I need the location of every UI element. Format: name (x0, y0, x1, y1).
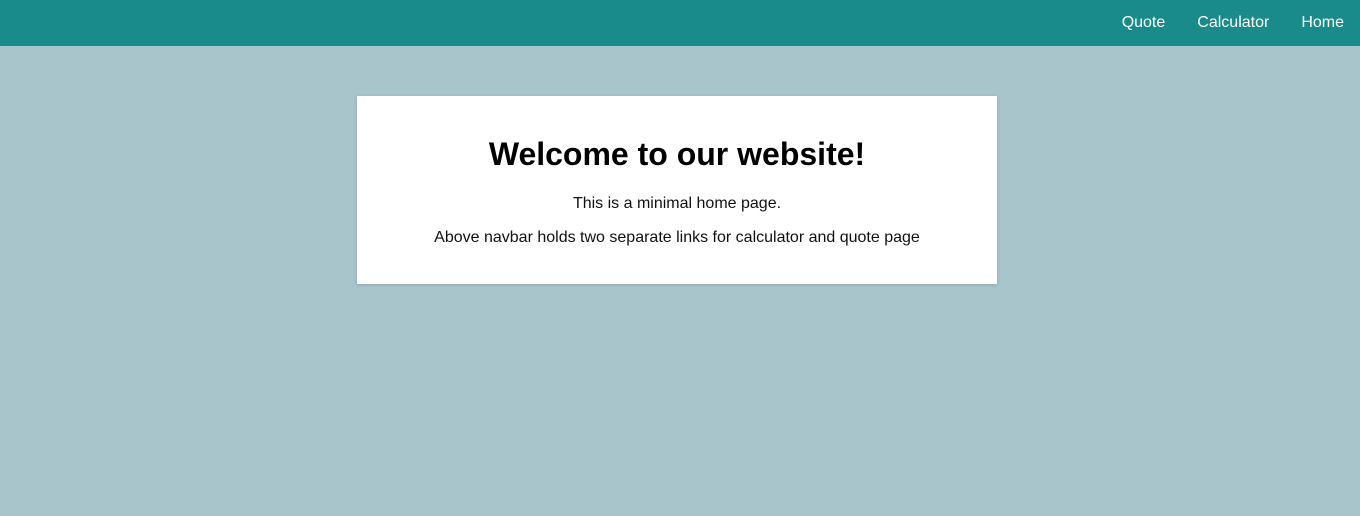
nav-link-home[interactable]: Home (1301, 0, 1344, 46)
welcome-card: Welcome to our website! This is a minima… (357, 96, 997, 284)
intro-text: This is a minimal home page. (572, 195, 782, 212)
nav-link-calculator[interactable]: Calculator (1197, 0, 1269, 46)
nav-link-quote[interactable]: Quote (1122, 0, 1166, 46)
navbar: Quote Calculator Home (0, 0, 1360, 46)
page-title: Welcome to our website! (488, 136, 866, 172)
navbar-description-text: Above navbar holds two separate links fo… (434, 229, 920, 246)
